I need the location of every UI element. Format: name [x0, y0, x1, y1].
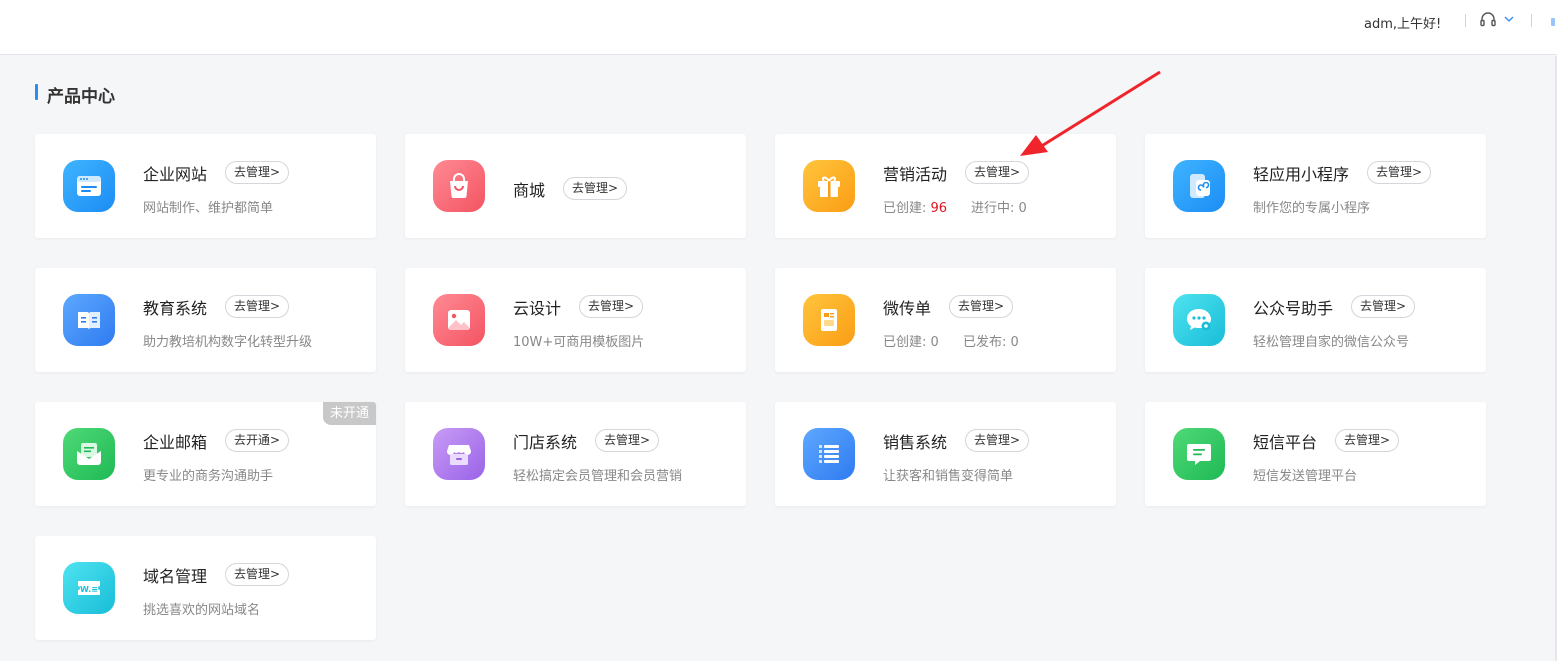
manage-button[interactable]: 去管理> — [579, 295, 644, 318]
card-description: 让获客和销售变得简单 — [883, 469, 1014, 484]
stat-in-progress: 进行中: 0 — [971, 197, 1027, 216]
stat-label: 已创建: — [883, 335, 927, 350]
card-title: 教育系统 — [143, 299, 208, 318]
stat-created: 已创建: 0 — [883, 331, 939, 350]
stat-value: 0 — [1018, 201, 1027, 216]
product-card-cloud-design[interactable]: 云设计 去管理> 10W+可商用模板图片 — [405, 268, 746, 372]
manage-button[interactable]: 去管理> — [563, 177, 628, 200]
sms-icon — [1173, 428, 1225, 480]
card-description: 挑选喜欢的网站域名 — [143, 603, 261, 618]
stat-value: 0 — [1010, 335, 1019, 350]
chevron-down-icon[interactable] — [1503, 13, 1515, 25]
product-card-wechat-assistant[interactable]: 公众号助手 去管理> 轻松管理自家的微信公众号 — [1145, 268, 1486, 372]
product-card-mini-program[interactable]: 轻应用小程序 去管理> 制作您的专属小程序 — [1145, 134, 1486, 238]
card-title: 销售系统 — [883, 433, 948, 452]
product-card-domain[interactable]: W.≡ 域名管理 去管理> 挑选喜欢的网站域名 — [35, 536, 376, 640]
product-card-store[interactable]: 门店系统 去管理> 轻松搞定会员管理和会员营销 — [405, 402, 746, 506]
product-card-sms[interactable]: 短信平台 去管理> 短信发送管理平台 — [1145, 402, 1486, 506]
mail-icon — [63, 428, 115, 480]
card-description: 短信发送管理平台 — [1253, 469, 1358, 484]
card-title: 门店系统 — [513, 433, 578, 452]
card-description: 助力教培机构数字化转型升级 — [143, 335, 313, 350]
card-description: 更专业的商务沟通助手 — [143, 469, 274, 484]
book-icon — [63, 294, 115, 346]
product-card-mall[interactable]: 商城 去管理> — [405, 134, 746, 238]
mini-program-icon — [1173, 160, 1225, 212]
store-icon — [433, 428, 485, 480]
overflow-mark — [1551, 18, 1555, 26]
section-accent-bar — [35, 84, 38, 100]
card-title: 微传单 — [883, 299, 932, 318]
card-title: 公众号助手 — [1253, 299, 1334, 318]
website-icon — [63, 160, 115, 212]
section-title: 产品中心 — [47, 87, 115, 107]
manage-button[interactable]: 去管理> — [225, 161, 290, 184]
manage-button[interactable]: 去管理> — [595, 429, 660, 452]
top-bar: adm,上午好! — [0, 0, 1557, 55]
stat-label: 进行中: — [971, 201, 1015, 216]
user-greeting: adm,上午好! — [1364, 17, 1442, 32]
manage-button[interactable]: 去管理> — [965, 161, 1030, 184]
manage-button[interactable]: 去管理> — [965, 429, 1030, 452]
manage-button[interactable]: 去管理> — [225, 563, 290, 586]
stat-value: 96 — [930, 201, 948, 216]
card-description: 10W+可商用模板图片 — [513, 335, 645, 350]
card-title: 域名管理 — [143, 567, 208, 586]
list-icon — [803, 428, 855, 480]
image-icon — [433, 294, 485, 346]
card-title: 商城 — [513, 181, 546, 200]
flyer-icon — [803, 294, 855, 346]
shopping-bag-icon — [433, 160, 485, 212]
domain-icon: W.≡ — [63, 562, 115, 614]
svg-text:W.≡: W.≡ — [80, 585, 98, 594]
product-card-education[interactable]: 教育系统 去管理> 助力教培机构数字化转型升级 — [35, 268, 376, 372]
stat-created: 已创建: 96 — [883, 197, 947, 216]
product-card-flyer[interactable]: 微传单 去管理> 已创建: 0 已发布: 0 — [775, 268, 1116, 372]
card-title: 企业邮箱 — [143, 433, 208, 452]
manage-button[interactable]: 去管理> — [225, 295, 290, 318]
product-card-website[interactable]: 企业网站 去管理> 网站制作、维护都简单 — [35, 134, 376, 238]
product-card-marketing[interactable]: 营销活动 去管理> 已创建: 96 进行中: 0 — [775, 134, 1116, 238]
card-title: 轻应用小程序 — [1253, 165, 1350, 184]
headset-icon[interactable] — [1479, 11, 1497, 29]
gift-icon — [803, 160, 855, 212]
status-badge: 未开通 — [323, 402, 376, 425]
card-description: 轻松搞定会员管理和会员营销 — [513, 469, 683, 484]
manage-button[interactable]: 去管理> — [1335, 429, 1400, 452]
wechat-gear-icon — [1173, 294, 1225, 346]
card-title: 营销活动 — [883, 165, 948, 184]
stat-published: 已发布: 0 — [963, 331, 1019, 350]
manage-button[interactable]: 去管理> — [949, 295, 1014, 318]
stat-label: 已创建: — [883, 201, 927, 216]
activate-button[interactable]: 去开通> — [225, 429, 290, 452]
product-card-sales[interactable]: 销售系统 去管理> 让获客和销售变得简单 — [775, 402, 1116, 506]
divider — [1465, 14, 1466, 27]
card-title: 企业网站 — [143, 165, 208, 184]
card-title: 云设计 — [513, 299, 562, 318]
stat-value: 0 — [930, 335, 939, 350]
card-description: 轻松管理自家的微信公众号 — [1253, 335, 1410, 350]
manage-button[interactable]: 去管理> — [1351, 295, 1416, 318]
product-card-mail[interactable]: 企业邮箱 去开通> 更专业的商务沟通助手 未开通 — [35, 402, 376, 506]
manage-button[interactable]: 去管理> — [1367, 161, 1432, 184]
card-title: 短信平台 — [1253, 433, 1318, 452]
card-description: 制作您的专属小程序 — [1253, 201, 1371, 216]
divider — [1531, 14, 1532, 27]
card-description: 网站制作、维护都简单 — [143, 201, 274, 216]
stat-label: 已发布: — [963, 335, 1007, 350]
